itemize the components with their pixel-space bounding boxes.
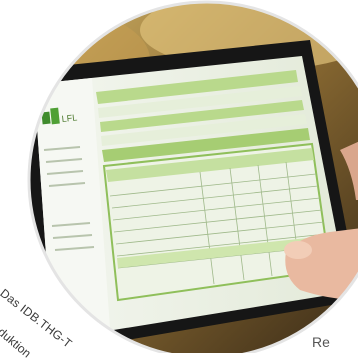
circular-photo: LFL: [27, 0, 358, 353]
caption-line-3: Re: [312, 334, 330, 350]
logo-text: LFL: [61, 112, 77, 124]
